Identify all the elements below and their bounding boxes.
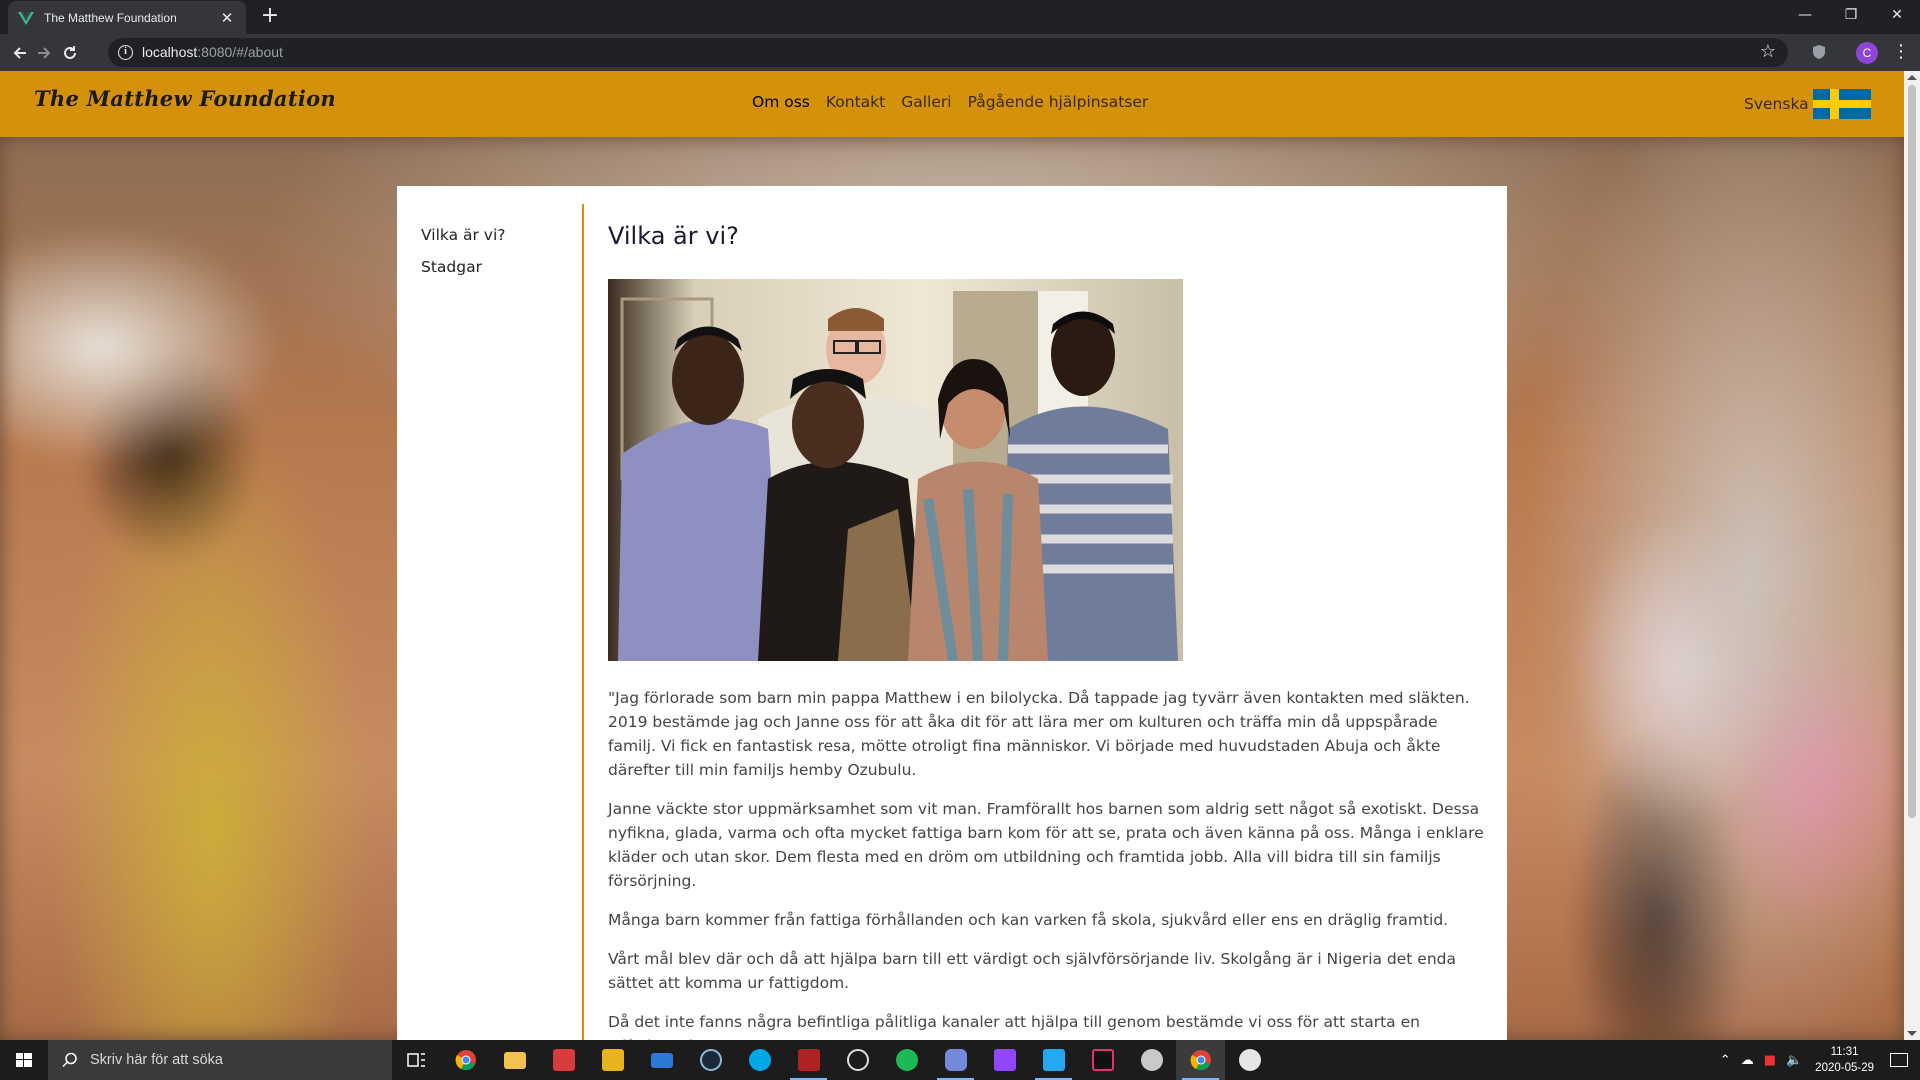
address-bar[interactable]: i localhost:8080/#/about ☆: [108, 38, 1788, 67]
antivirus-icon[interactable]: ■: [1764, 1053, 1776, 1068]
nav-galleri[interactable]: Galleri: [901, 93, 951, 111]
system-tray: ⌃ ☁ ■ 🔈 11:31 2020-05-29: [1715, 1040, 1920, 1080]
windows-logo-icon: [16, 1053, 32, 1067]
browser-tab[interactable]: The Matthew Foundation ✕: [8, 1, 246, 34]
onedrive-cloud-icon[interactable]: ☁: [1741, 1053, 1754, 1068]
article: Vilka är vi? "Jag förlorade som barn min…: [608, 222, 1488, 1040]
skype-icon[interactable]: [735, 1040, 784, 1080]
notifications-icon[interactable]: [1890, 1053, 1908, 1067]
paint-icon[interactable]: [1225, 1040, 1274, 1080]
scroll-thumb[interactable]: [1908, 85, 1916, 818]
clock-date: 2020-05-29: [1815, 1062, 1874, 1074]
tab-close-icon[interactable]: ✕: [218, 9, 236, 27]
settings-gear-icon[interactable]: [784, 1040, 833, 1080]
bookmark-star-icon[interactable]: ☆: [1760, 41, 1776, 62]
twitch-icon[interactable]: [980, 1040, 1029, 1080]
nav-kontakt[interactable]: Kontakt: [826, 93, 885, 111]
speedometer-icon[interactable]: [833, 1040, 882, 1080]
url-host: localhost: [142, 44, 198, 60]
taskbar-search[interactable]: Skriv här för att söka: [48, 1040, 392, 1080]
spotify-icon[interactable]: [882, 1040, 931, 1080]
group-photo: [608, 279, 1183, 661]
steam-icon[interactable]: [686, 1040, 735, 1080]
scroll-up-arrow-icon[interactable]: [1907, 75, 1917, 80]
reload-icon[interactable]: [56, 39, 84, 67]
language-label: Svenska: [1744, 95, 1809, 113]
info-icon[interactable]: i: [118, 45, 133, 60]
windows-taskbar: Skriv här för att söka ⌃ ☁ ■ 🔈 11:31 202…: [0, 1040, 1920, 1080]
task-view-icon[interactable]: [392, 1040, 441, 1080]
chevron-up-icon[interactable]: ⌃: [1720, 1053, 1731, 1068]
restore-button[interactable]: ❐: [1828, 0, 1874, 30]
page-title: Vilka är vi?: [608, 222, 739, 250]
vertical-divider: [582, 204, 584, 1040]
window-controls: — ❐ ✕: [1782, 0, 1920, 30]
clock[interactable]: 11:31 2020-05-29: [1815, 1044, 1874, 1076]
sidebar-item-stadgar[interactable]: Stadgar: [421, 256, 506, 278]
search-icon: [62, 1052, 77, 1068]
article-paragraph: Många barn kommer från fattiga förhållan…: [608, 911, 1449, 929]
new-tab-button[interactable]: +: [256, 5, 284, 29]
start-button[interactable]: [0, 1040, 48, 1080]
search-placeholder: Skriv här för att söka: [90, 1052, 223, 1068]
browser-toolbar: i localhost:8080/#/about ☆ C ⋮: [0, 34, 1920, 71]
scroll-down-arrow-icon[interactable]: [1907, 1031, 1917, 1036]
article-paragraph: Janne väckte stor uppmärksamhet som vit …: [608, 800, 1484, 890]
page-viewport: The Matthew Foundation Om oss Kontakt Ga…: [0, 71, 1904, 1040]
article-paragraph: "Jag förlorade som barn min pappa Matthe…: [608, 689, 1470, 779]
url-text[interactable]: localhost:8080/#/about: [142, 44, 283, 60]
chrome-icon[interactable]: [441, 1040, 490, 1080]
browser-tabstrip: The Matthew Foundation ✕ + — ❐ ✕: [0, 0, 1920, 34]
language-switcher[interactable]: Svenska: [1744, 89, 1871, 119]
close-window-button[interactable]: ✕: [1874, 0, 1920, 30]
about-sidebar: Vilka är vi? Stadgar: [421, 224, 506, 288]
tab-title: The Matthew Foundation: [44, 10, 177, 25]
page-scrollbar[interactable]: [1904, 71, 1920, 1040]
taskbar-apps: [392, 1040, 1274, 1080]
content-card: Vilka är vi? Stadgar Vilka är vi? "Jag f…: [397, 186, 1507, 1040]
bird-app-icon[interactable]: [1127, 1040, 1176, 1080]
volume-icon[interactable]: 🔈: [1786, 1053, 1802, 1068]
site-header: The Matthew Foundation Om oss Kontakt Ga…: [0, 71, 1904, 137]
intellij-icon[interactable]: [1078, 1040, 1127, 1080]
vscode-icon[interactable]: [1029, 1040, 1078, 1080]
menu-dots-icon[interactable]: ⋮: [1892, 40, 1910, 64]
swedish-flag-icon: [1812, 89, 1871, 119]
forward-arrow-icon[interactable]: [30, 39, 58, 67]
url-path: :8080/#/about: [197, 44, 283, 60]
file-explorer-icon[interactable]: [490, 1040, 539, 1080]
nav-om-oss[interactable]: Om oss: [752, 93, 810, 111]
gift-icon[interactable]: [539, 1040, 588, 1080]
clock-time: 11:31: [1830, 1046, 1859, 1058]
profile-avatar[interactable]: C: [1856, 42, 1878, 64]
extension-shield-icon[interactable]: [1812, 44, 1826, 60]
chrome-active-icon[interactable]: [1176, 1040, 1225, 1080]
mail-icon[interactable]: [637, 1040, 686, 1080]
store-icon[interactable]: [588, 1040, 637, 1080]
article-paragraph: Vårt mål blev där och då att hjälpa barn…: [608, 950, 1457, 992]
vue-logo-icon: [18, 11, 34, 25]
article-paragraph: Då det inte fanns några befintliga pålit…: [608, 1013, 1420, 1040]
nav-hjalpinsatser[interactable]: Pågående hjälpinsatser: [968, 93, 1149, 111]
site-brand[interactable]: The Matthew Foundation: [34, 86, 336, 111]
minimize-button[interactable]: —: [1782, 0, 1828, 30]
sidebar-item-vilka-ar-vi[interactable]: Vilka är vi?: [421, 224, 506, 246]
discord-icon[interactable]: [931, 1040, 980, 1080]
main-nav: Om oss Kontakt Galleri Pågående hjälpins…: [752, 93, 1148, 111]
